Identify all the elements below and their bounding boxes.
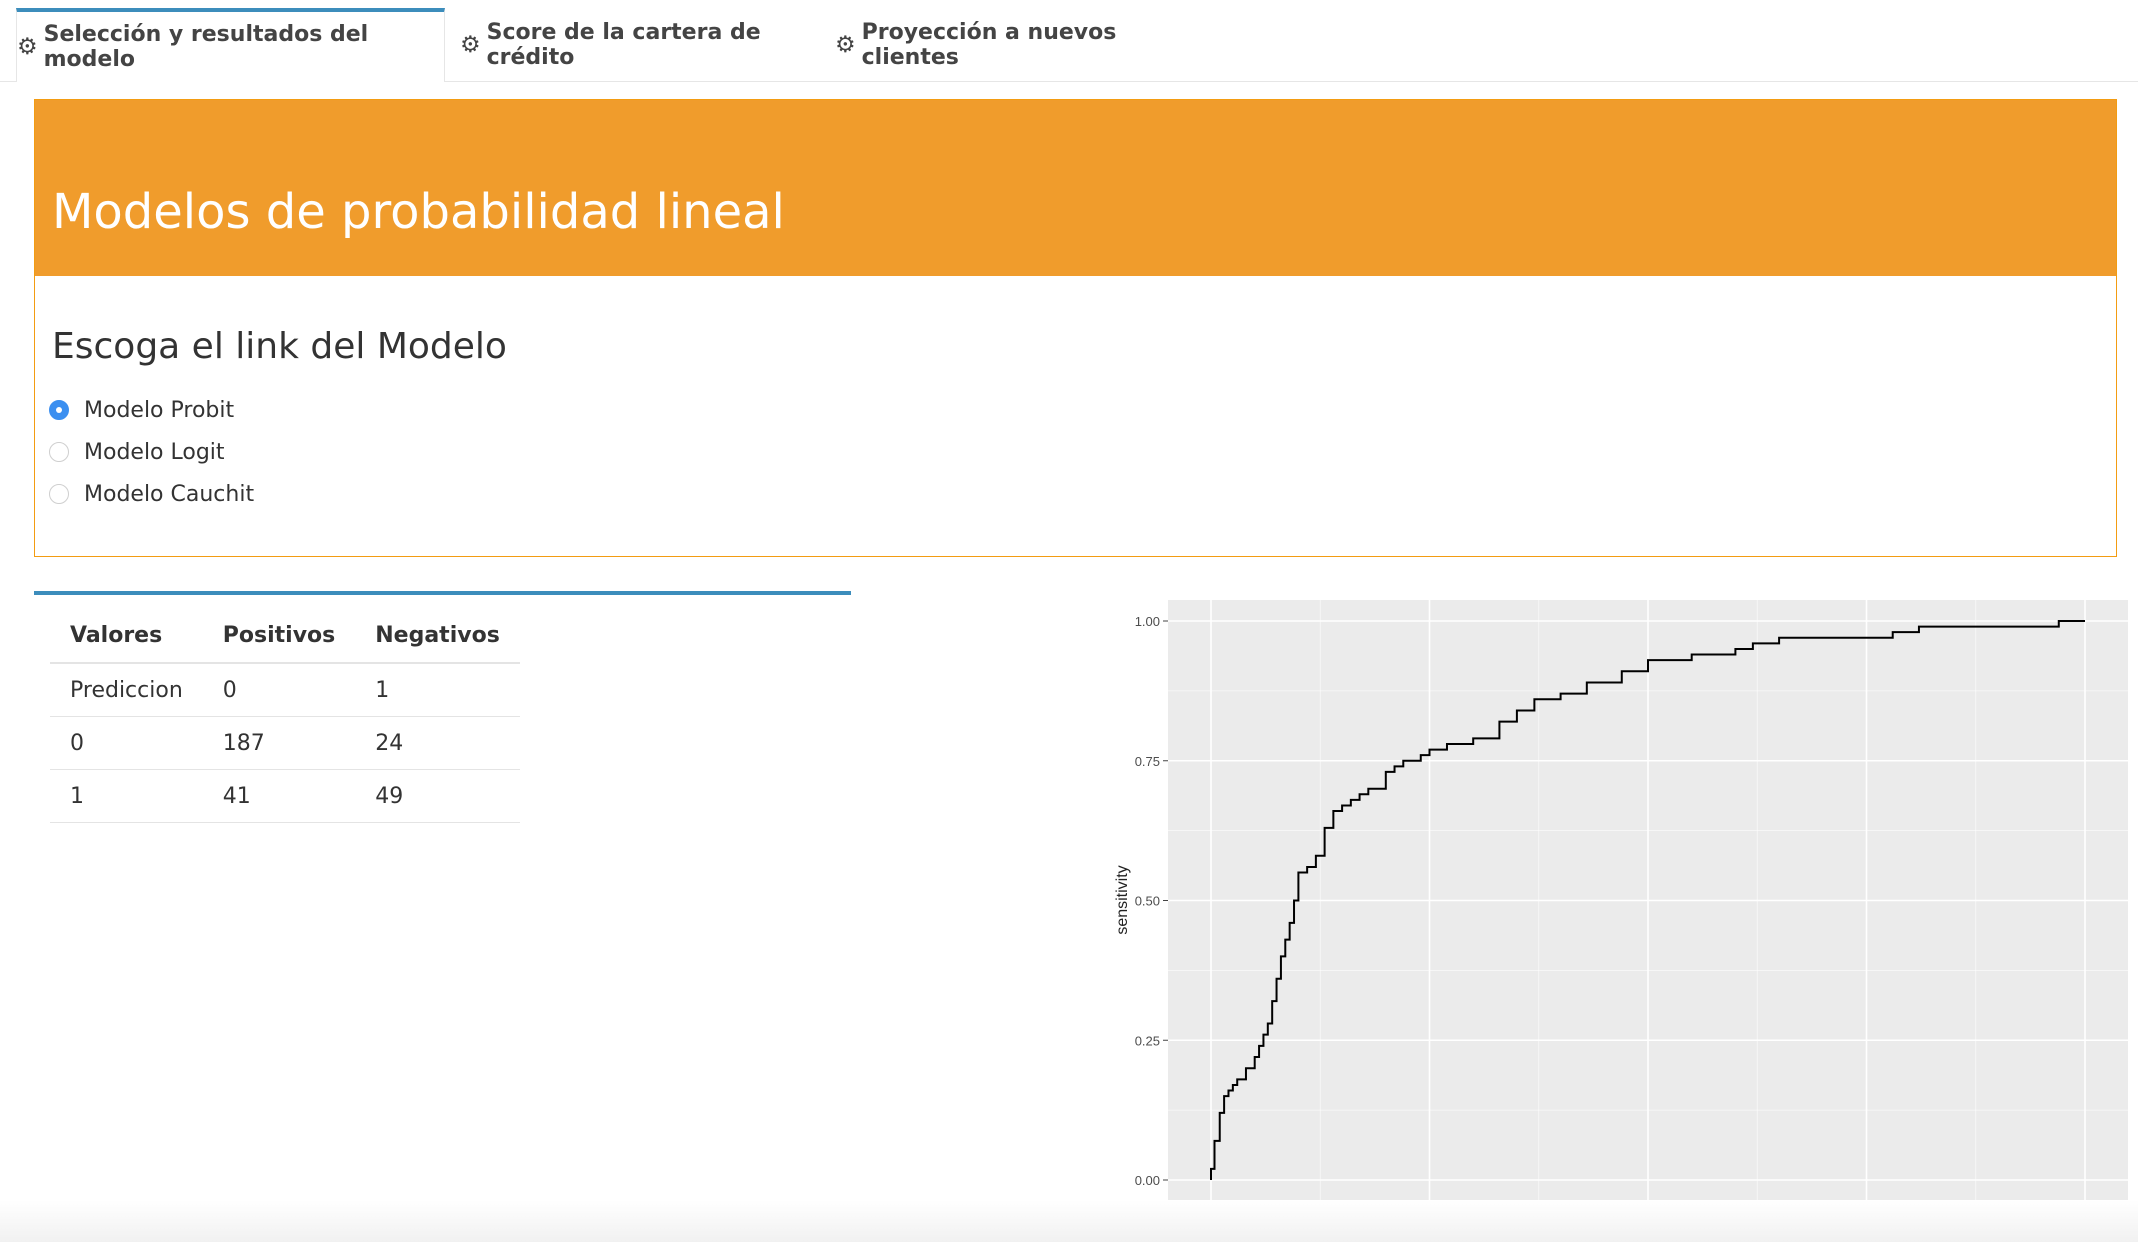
roc-curve-chart: 0.00 0.25 0.50 0.75 1.00 0.00 0.25 0.50 0.75 1.0… xyxy=(1114,600,2128,1225)
x-tick-label: 0.00 xyxy=(1198,1210,1223,1225)
table-cell: 1 xyxy=(50,769,203,823)
radio-option-logit[interactable]: Modelo Logit xyxy=(49,435,225,469)
radio-button[interactable] xyxy=(49,484,69,504)
gear-icon: ⚙ xyxy=(17,34,38,60)
radio-label: Modelo Probit xyxy=(84,397,235,423)
radio-label: Modelo Cauchit xyxy=(84,481,255,507)
radio-option-probit[interactable]: Modelo Probit xyxy=(49,393,234,427)
table-row: 1 41 49 xyxy=(50,769,520,823)
tab-bar: ⚙ Selección y resultados del modelo ⚙ Sc… xyxy=(0,0,2138,82)
tab-label: Proyección a nuevos clientes xyxy=(861,19,1117,70)
radio-label: Modelo Logit xyxy=(84,439,225,465)
box-title: Modelos de probabilidad lineal xyxy=(52,184,785,240)
box-header: Modelos de probabilidad lineal xyxy=(35,100,2116,276)
table-cell: 0 xyxy=(202,663,356,717)
x-tick-label: 1.00 xyxy=(2072,1210,2097,1225)
y-tick-label: 0.50 xyxy=(1135,894,1160,909)
confusion-table-box: Valores Positivos Negativos Prediccion 0… xyxy=(34,591,851,878)
table-cell: Prediccion xyxy=(50,663,203,717)
gear-icon: ⚙ xyxy=(835,31,856,58)
x-tick-label: 0.50 xyxy=(1635,1210,1660,1225)
y-axis: 0.00 0.25 0.50 0.75 1.00 xyxy=(1135,614,1168,1188)
radio-option-cauchit[interactable]: Modelo Cauchit xyxy=(49,477,254,511)
radio-button[interactable] xyxy=(49,442,69,462)
x-axis: 0.00 0.25 0.50 0.75 1.00 xyxy=(1198,1200,2098,1225)
table-cell: 187 xyxy=(202,716,356,770)
table-header-row: Valores Positivos Negativos xyxy=(50,609,520,664)
column-header: Positivos xyxy=(202,609,356,664)
tab-label: Selección y resultados del modelo xyxy=(43,22,369,72)
table-cell: 49 xyxy=(355,769,520,823)
tab-seleccion-resultados[interactable]: ⚙ Selección y resultados del modelo xyxy=(16,8,445,82)
table-cell: 41 xyxy=(202,769,356,823)
gear-icon: ⚙ xyxy=(460,31,481,58)
table-row: 0 187 24 xyxy=(50,716,520,770)
y-tick-label: 0.00 xyxy=(1135,1173,1160,1188)
column-header: Valores xyxy=(50,609,203,664)
tab-score-cartera[interactable]: ⚙ Score de la cartera de crédito xyxy=(460,8,815,81)
tab-label: Score de la cartera de crédito xyxy=(486,19,761,70)
y-tick-label: 0.75 xyxy=(1135,754,1160,769)
radio-button[interactable] xyxy=(49,400,69,420)
table-cell: 0 xyxy=(50,716,203,770)
model-link-heading: Escoga el link del Modelo xyxy=(52,326,507,367)
x-tick-label: 0.75 xyxy=(1854,1210,1879,1225)
model-selection-box: Modelos de probabilidad lineal Escoga el… xyxy=(34,99,2117,557)
tab-proyeccion-clientes[interactable]: ⚙ Proyección a nuevos clientes xyxy=(835,8,1185,81)
x-tick-label: 0.25 xyxy=(1417,1210,1442,1225)
y-axis-label: sensitivity xyxy=(1114,865,1131,934)
table-row: Prediccion 0 1 xyxy=(50,663,520,717)
table-cell: 24 xyxy=(355,716,520,770)
y-tick-label: 1.00 xyxy=(1135,614,1160,629)
table-cell: 1 xyxy=(355,663,520,717)
y-tick-label: 0.25 xyxy=(1135,1033,1160,1048)
column-header: Negativos xyxy=(355,609,520,664)
confusion-table: Valores Positivos Negativos Prediccion 0… xyxy=(50,609,520,823)
